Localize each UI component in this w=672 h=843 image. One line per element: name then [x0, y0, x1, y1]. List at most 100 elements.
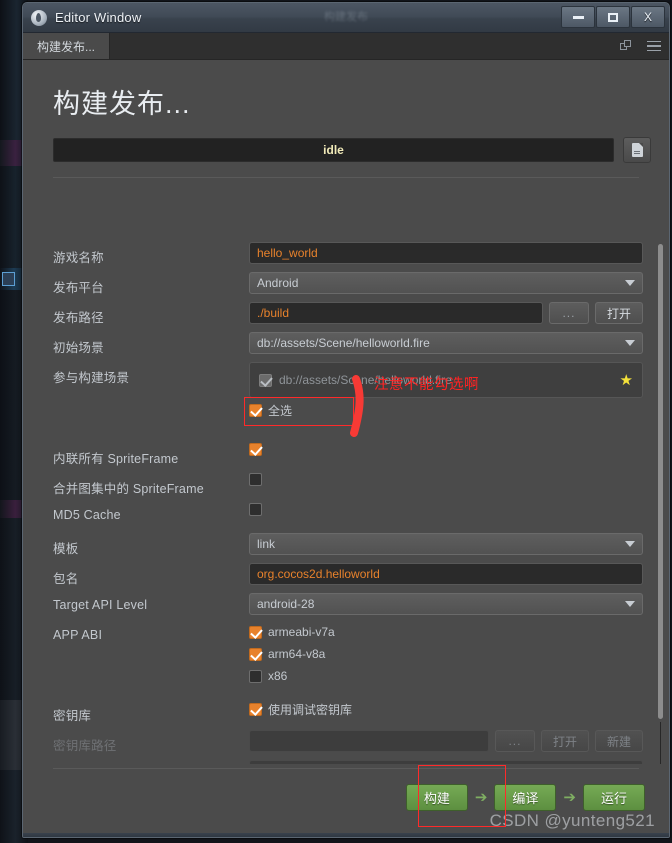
run-button[interactable]: 运行	[583, 784, 645, 811]
build-path-input[interactable]: ./build	[249, 302, 543, 324]
editor-window: Editor Window 构建发布 X 构建发布... 构建发布... idl…	[22, 2, 670, 838]
form-scrollbar[interactable]	[658, 230, 663, 764]
field-row-merge-atlas: 合并图集中的 SpriteFrame	[23, 473, 669, 500]
window-bottom-edge	[23, 833, 669, 837]
compile-button[interactable]: 编译	[494, 784, 557, 811]
included-scenes-list: db://assets/Scene/helloworld.fire ★	[249, 362, 643, 398]
divider	[53, 768, 639, 769]
field-row-build-path: 发布路径 ./build ... 打开	[23, 302, 669, 329]
target-api-select[interactable]: android-28	[249, 593, 643, 615]
select-all-checkbox[interactable]	[249, 403, 262, 417]
keystore-path-input	[249, 730, 489, 752]
platform-select[interactable]: Android	[249, 272, 643, 294]
abi-armeabi-v7a-checkbox[interactable]	[249, 625, 262, 639]
scene-item-label: db://assets/Scene/helloworld.fire	[279, 373, 452, 387]
menu-icon[interactable]	[647, 40, 661, 52]
scene-item-checkbox[interactable]	[259, 373, 272, 387]
document-icon	[631, 143, 643, 157]
arrow-icon: ➔	[563, 789, 576, 806]
label-included-scenes: 参与构建场景	[53, 371, 130, 385]
abi-option-x86[interactable]: x86	[249, 667, 335, 685]
label-inline-spriteframe: 内联所有 SpriteFrame	[53, 452, 179, 466]
label-game-name: 游戏名称	[53, 251, 104, 265]
abi-armeabi-v7a-label: armeabi-v7a	[268, 625, 335, 639]
abi-arm64-v8a-label: arm64-v8a	[268, 647, 326, 661]
build-progress-bar: idle	[53, 138, 614, 162]
window-titlebar[interactable]: Editor Window 构建发布 X	[23, 3, 669, 33]
use-debug-keystore-checkbox[interactable]	[249, 702, 262, 716]
target-api-value: android-28	[257, 597, 315, 611]
use-debug-keystore-label: 使用调试密钥库	[268, 702, 353, 717]
progress-row: idle	[23, 137, 669, 163]
log-button[interactable]	[623, 137, 651, 163]
start-scene-value: db://assets/Scene/helloworld.fire	[257, 336, 430, 350]
chevron-down-icon	[625, 601, 635, 607]
keystore-path-browse-button: ...	[494, 730, 535, 752]
inline-spriteframe-checkbox[interactable]	[249, 443, 262, 456]
field-row-game-name: 游戏名称 hello_world	[23, 242, 669, 269]
window-controls: X	[561, 6, 665, 28]
divider	[53, 177, 639, 178]
build-button[interactable]: 构建	[405, 784, 468, 811]
label-merge-atlas: 合并图集中的 SpriteFrame	[53, 482, 204, 496]
build-path-open-button[interactable]: 打开	[594, 302, 643, 324]
build-path-browse-button[interactable]: ...	[548, 302, 589, 324]
app-abi-group: armeabi-v7a arm64-v8a x86	[249, 623, 335, 685]
abi-x86-checkbox[interactable]	[249, 669, 262, 683]
page-title: 构建发布...	[53, 89, 191, 119]
field-row-included-scenes: 参与构建场景 db://assets/Scene/helloworld.fire…	[23, 362, 669, 398]
droplet-icon	[31, 9, 47, 26]
md5-cache-checkbox[interactable]	[249, 503, 262, 516]
action-bar: 构建 ➔ 编译 ➔ 运行 CSDN @yunteng521	[23, 764, 669, 837]
game-name-input[interactable]: hello_world	[249, 242, 643, 264]
field-row-template: 模板 link	[23, 533, 669, 560]
star-icon[interactable]: ★	[620, 373, 633, 388]
label-platform: 发布平台	[53, 281, 104, 295]
watermark: CSDN @yunteng521	[489, 811, 655, 830]
label-build-path: 发布路径	[53, 311, 104, 325]
platform-value: Android	[257, 276, 299, 290]
abi-arm64-v8a-checkbox[interactable]	[249, 647, 262, 661]
maximize-button[interactable]	[596, 6, 630, 28]
template-select[interactable]: link	[249, 533, 643, 555]
label-template: 模板	[53, 542, 79, 556]
arrow-icon: ➔	[474, 789, 488, 806]
start-scene-select[interactable]: db://assets/Scene/helloworld.fire	[249, 332, 643, 354]
field-row-platform: 发布平台 Android	[23, 272, 669, 299]
package-name-input[interactable]: org.cocos2d.helloworld	[249, 563, 643, 585]
field-row-app-abi: APP ABI armeabi-v7a arm64-v8a x86	[23, 623, 669, 685]
label-spacer	[53, 401, 249, 406]
tab-build-release[interactable]: 构建发布...	[23, 33, 111, 59]
scrollbar-thumb[interactable]	[658, 244, 663, 719]
field-row-keystore-path: 密钥库路径 ... 打开 新建	[23, 730, 669, 757]
desktop-artifact	[2, 272, 15, 286]
use-debug-keystore-row[interactable]: 使用调试密钥库	[249, 700, 352, 718]
label-keystore-path: 密钥库路径	[53, 739, 117, 753]
chevron-down-icon	[625, 541, 635, 547]
scrollbar-track-line	[660, 722, 661, 764]
abi-option-arm64-v8a[interactable]: arm64-v8a	[249, 645, 335, 663]
field-row-target-api: Target API Level android-28	[23, 593, 669, 620]
merge-atlas-checkbox[interactable]	[249, 473, 262, 486]
label-md5-cache: MD5 Cache	[53, 508, 121, 522]
popout-icon[interactable]	[620, 39, 633, 53]
label-keystore: 密钥库	[53, 709, 92, 723]
chevron-down-icon	[625, 340, 635, 346]
build-settings-form: 游戏名称 hello_world 发布平台 Android 发布路径 ./bui…	[23, 230, 669, 764]
keystore-path-create-button: 新建	[594, 730, 643, 752]
abi-option-armeabi-v7a[interactable]: armeabi-v7a	[249, 623, 335, 641]
field-row-keystore: 密钥库 使用调试密钥库	[23, 700, 669, 727]
label-app-abi: APP ABI	[53, 628, 103, 642]
template-value: link	[257, 537, 276, 551]
close-button[interactable]: X	[631, 6, 665, 28]
window-title: Editor Window	[55, 10, 142, 25]
field-row-start-scene: 初始场景 db://assets/Scene/helloworld.fire	[23, 332, 669, 359]
label-package-name: 包名	[53, 572, 79, 586]
field-row-inline-spriteframe: 内联所有 SpriteFrame	[23, 443, 669, 470]
minimize-button[interactable]	[561, 6, 595, 28]
abi-x86-label: x86	[268, 669, 288, 683]
select-all-row[interactable]: 全选	[249, 401, 292, 419]
tab-tools	[620, 33, 661, 59]
